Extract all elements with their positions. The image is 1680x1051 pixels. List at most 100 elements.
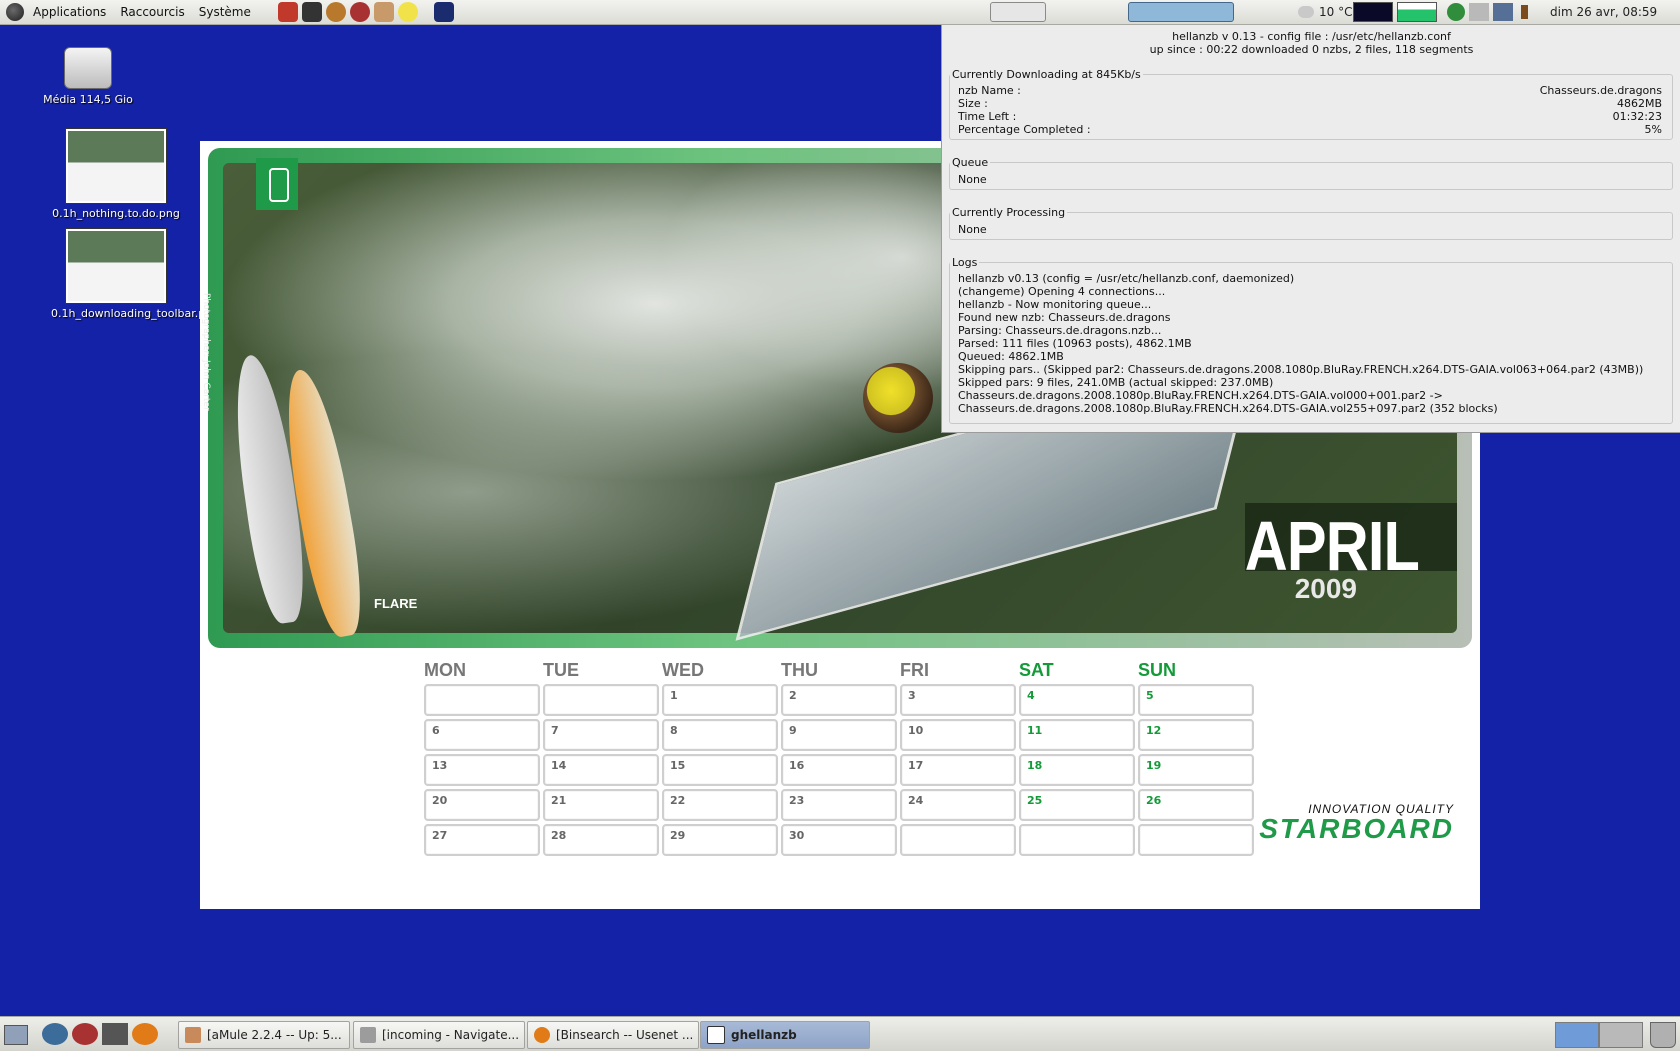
log-line: Queued: 4862.1MB bbox=[958, 350, 1064, 363]
calendar-day-number: 18 bbox=[1027, 759, 1043, 772]
downloading-group: Currently Downloading at 845Kb/s nzb Nam… bbox=[949, 68, 1673, 140]
folder-icon bbox=[360, 1027, 376, 1043]
calendar-day-cell bbox=[543, 684, 659, 716]
network-icon[interactable] bbox=[1493, 3, 1513, 21]
calendar-day-number: 12 bbox=[1146, 724, 1162, 737]
log-line: Found new nzb: Chasseurs.de.dragons bbox=[958, 311, 1171, 324]
update-icon[interactable] bbox=[1447, 3, 1465, 21]
download-row-name: nzb Name : Chasseurs.de.dragons bbox=[950, 84, 1672, 97]
calendar-day-number: 15 bbox=[670, 759, 686, 772]
task-ghellanzb[interactable]: ghellanzb bbox=[700, 1021, 870, 1049]
show-desktop-icon[interactable] bbox=[4, 1025, 28, 1045]
hellanzb-header: hellanzb v 0.13 - config file : /usr/etc… bbox=[942, 30, 1680, 56]
amule-launcher-icon[interactable] bbox=[72, 1023, 98, 1045]
calendar-day-number: 13 bbox=[432, 759, 448, 772]
hellanzb-status-popup: hellanzb v 0.13 - config file : /usr/etc… bbox=[941, 25, 1680, 433]
calendar-day-cell: 25 bbox=[1019, 789, 1135, 821]
downloading-legend: Currently Downloading at 845Kb/s bbox=[952, 68, 1141, 81]
thunderbird-launcher-icon[interactable] bbox=[42, 1023, 68, 1045]
calendar-day-cell bbox=[1138, 824, 1254, 856]
log-line: hellanzb v0.13 (config = /usr/etc/hellan… bbox=[958, 272, 1295, 285]
calendar-day-cell: 30 bbox=[781, 824, 897, 856]
processing-value: None bbox=[958, 223, 987, 236]
menu-applications[interactable]: Applications bbox=[26, 0, 113, 24]
memory-graph-icon bbox=[1397, 2, 1437, 22]
system-monitor-applet[interactable] bbox=[1353, 2, 1437, 22]
desktop-icon-downloading-png[interactable]: 0.1h_downloading_toolbar.png bbox=[51, 229, 219, 320]
hellanzb-uptime: up since : 00:22 downloaded 0 nzbs, 2 fi… bbox=[1149, 43, 1474, 56]
calendar-day-cell: 8 bbox=[662, 719, 778, 751]
calendar-day-cell bbox=[1019, 824, 1135, 856]
day-header: FRI bbox=[900, 660, 929, 680]
calendar-day-cell: 17 bbox=[900, 754, 1016, 786]
vlc-launcher-icon[interactable] bbox=[397, 2, 418, 22]
board-label: FLARE bbox=[374, 596, 418, 611]
battery-icon[interactable] bbox=[1521, 5, 1528, 19]
calendar-day-number: 6 bbox=[432, 724, 440, 737]
brand-name: STARBOARD bbox=[1259, 813, 1454, 844]
calendar-day-cell: 10 bbox=[900, 719, 1016, 751]
nzb-name-value: Chasseurs.de.dragons bbox=[1539, 84, 1662, 97]
hellanzb-applet[interactable] bbox=[1128, 2, 1234, 22]
calendar-day-number: 14 bbox=[551, 759, 567, 772]
calendar-day-number: 17 bbox=[908, 759, 924, 772]
workspace-2[interactable] bbox=[1599, 1022, 1643, 1048]
calendar-day-number: 1 bbox=[670, 689, 678, 702]
size-value: 4862MB bbox=[1616, 97, 1662, 110]
desktop-icon-label: Média 114,5 Gio bbox=[43, 93, 133, 106]
calendar-day-number: 24 bbox=[908, 794, 924, 807]
calendar-day-cell: 19 bbox=[1138, 754, 1254, 786]
clock[interactable]: dim 26 avr, 08:59 bbox=[1550, 2, 1657, 22]
calendar-day-number: 5 bbox=[1146, 689, 1154, 702]
row-label: nzb Name : bbox=[958, 84, 1021, 97]
download-row-percentage: Percentage Completed : 5% bbox=[950, 123, 1672, 136]
task-amule[interactable]: [aMule 2.2.4 -- Up: 5... bbox=[178, 1021, 350, 1049]
calendar-day-number: 27 bbox=[432, 829, 448, 842]
editor-launcher-icon[interactable] bbox=[433, 2, 454, 22]
calendar-day-cell: 11 bbox=[1019, 719, 1135, 751]
desktop-icon-media[interactable]: Média 114,5 Gio bbox=[23, 47, 153, 106]
window-icon bbox=[707, 1026, 725, 1044]
camera-launcher-icon[interactable] bbox=[102, 1023, 128, 1045]
calendar-day-cell: 29 bbox=[662, 824, 778, 856]
menu-raccourcis[interactable]: Raccourcis bbox=[113, 0, 191, 24]
image-thumbnail-icon bbox=[66, 129, 166, 203]
task-binsearch[interactable]: [Binsearch -- Usenet ... bbox=[527, 1021, 699, 1049]
calendar-day-number: 26 bbox=[1146, 794, 1162, 807]
weather-applet[interactable]: 10 °C bbox=[1298, 2, 1352, 22]
cpu-graph-icon bbox=[1353, 2, 1393, 22]
printer-icon[interactable] bbox=[1469, 3, 1489, 21]
calendar-day-number: 8 bbox=[670, 724, 678, 737]
calendar-day-cell: 22 bbox=[662, 789, 778, 821]
workspace-1[interactable] bbox=[1555, 1022, 1599, 1048]
desktop-icon-nothing-png[interactable]: 0.1h_nothing.to.do.png bbox=[51, 129, 181, 220]
burger-launcher-icon[interactable] bbox=[325, 2, 346, 22]
devil-launcher-icon[interactable] bbox=[349, 2, 370, 22]
calendar-day-cell: 16 bbox=[781, 754, 897, 786]
hellanzb-logo-icon[interactable] bbox=[1128, 2, 1234, 22]
calendar-day-cell: 7 bbox=[543, 719, 659, 751]
terminal-launcher-icon[interactable] bbox=[301, 2, 322, 22]
network-applet[interactable] bbox=[990, 2, 1046, 22]
time-left-value: 01:32:23 bbox=[1612, 110, 1662, 123]
queue-group: Queue None bbox=[949, 156, 1673, 190]
calendar-day-cell bbox=[424, 684, 540, 716]
day-header: TUE bbox=[543, 660, 579, 680]
calendar-day-number: 30 bbox=[789, 829, 805, 842]
package-launcher-icon[interactable] bbox=[373, 2, 394, 22]
percentage-value: 5% bbox=[1644, 123, 1662, 136]
firefox-launcher-icon[interactable] bbox=[132, 1023, 158, 1045]
menu-systeme[interactable]: Système bbox=[192, 0, 258, 24]
bottom-panel: [aMule 2.2.4 -- Up: 5... [incoming - Nav… bbox=[0, 1016, 1680, 1051]
calendar-day-number: 25 bbox=[1027, 794, 1043, 807]
task-nautilus[interactable]: [incoming - Navigate... bbox=[353, 1021, 525, 1049]
queue-legend: Queue bbox=[952, 156, 989, 169]
calendar-day-number: 10 bbox=[908, 724, 924, 737]
starboard-tiki-logo-icon bbox=[256, 158, 298, 210]
calendar-day-number: 2 bbox=[789, 689, 797, 702]
trash-icon[interactable] bbox=[1650, 1022, 1676, 1048]
logs-legend: Logs bbox=[952, 256, 978, 269]
firefox-launcher-icon[interactable] bbox=[277, 2, 298, 22]
network-monitor-icon[interactable] bbox=[990, 2, 1046, 22]
gnome-menu-icon[interactable] bbox=[6, 3, 24, 21]
